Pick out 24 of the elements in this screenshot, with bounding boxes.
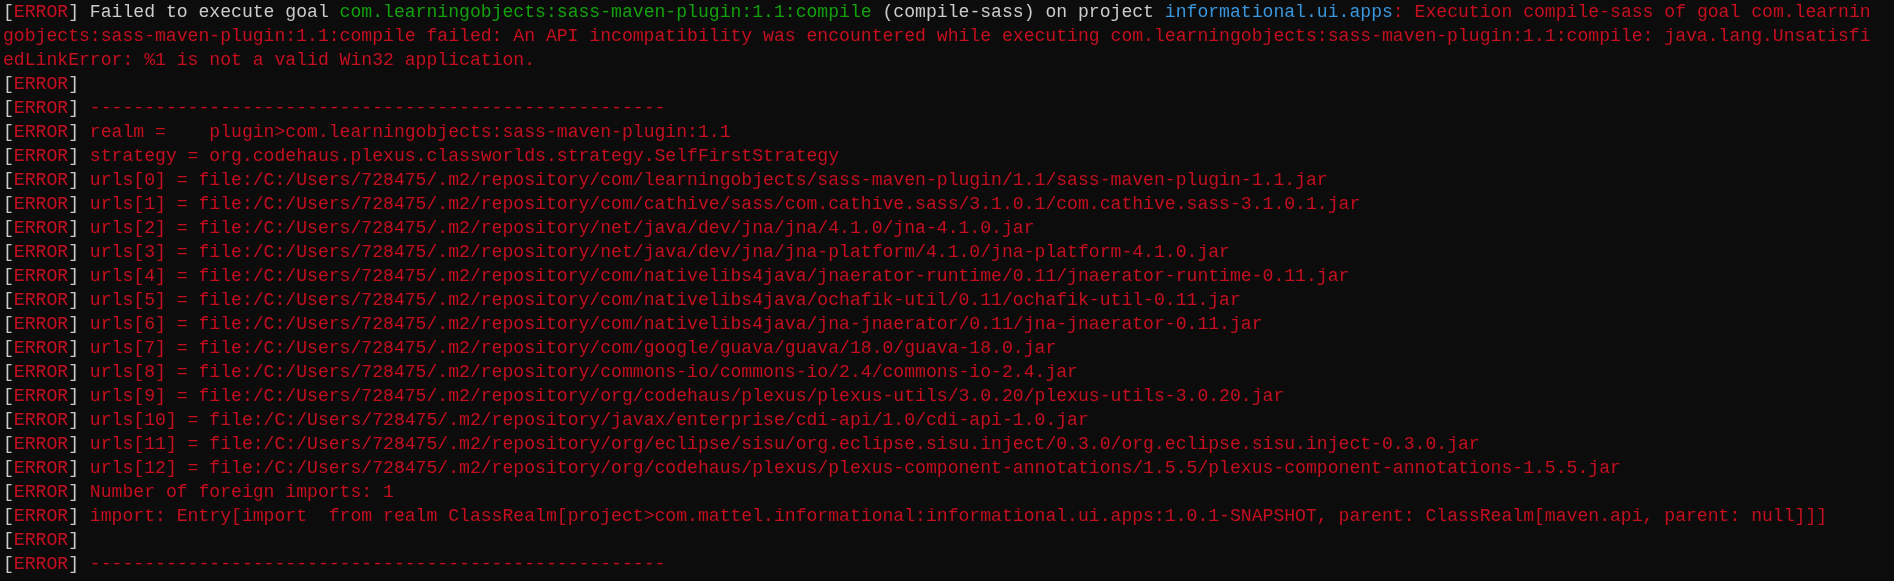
log-line: [ERROR] Failed to execute goal com.learningobjects:sass-maven-plugin:1.1:compile (compile-sass) on project informational.ui.apps: Execution compile-sass of goal com.learnin bbox=[3, 1, 1871, 24]
log-line: [ERROR] urls[12] = file:/C:/Users/728475/.m2/repository/org/codehaus/plexus/plexus-component-annotations/1.5.5/plexus-component-annotations-1.5.5.jar bbox=[3, 457, 1621, 480]
log-line: [ERROR] urls[9] = file:/C:/Users/728475/.m2/repository/org/codehaus/plexus/plexus-utils/3.0.20/plexus-utils-3.0.20.jar bbox=[3, 385, 1285, 408]
log-line: [ERROR] Number of foreign imports: 1 bbox=[3, 481, 394, 504]
log-line: [ERROR] urls[2] = file:/C:/Users/728475/.m2/repository/net/java/dev/jna/jna/4.1.0/jna-4.1.0.jar bbox=[3, 217, 1035, 240]
log-line: [ERROR] urls[8] = file:/C:/Users/728475/.m2/repository/commons-io/commons-io/2.4/commons-io-2.4.jar bbox=[3, 361, 1078, 384]
log-line: [ERROR] urls[11] = file:/C:/Users/728475/.m2/repository/org/eclipse/sisu/org.eclipse.sisu.inject/0.3.0/org.eclipse.sisu.inject-0.3.0.jar bbox=[3, 433, 1480, 456]
log-line: edLinkError: %1 is not a valid Win32 application. bbox=[3, 49, 536, 72]
log-line: [ERROR] urls[1] = file:/C:/Users/728475/.m2/repository/com/cathive/sass/com.cathive.sass/3.1.0.1/com.cathive.sass-3.1.0.1.jar bbox=[3, 193, 1361, 216]
log-line: [ERROR] urls[3] = file:/C:/Users/728475/.m2/repository/net/java/dev/jna/jna-platform/4.1.0/jna-platform-4.1.0.jar bbox=[3, 241, 1230, 264]
log-line: [ERROR] bbox=[3, 529, 79, 552]
log-line: [ERROR] urls[6] = file:/C:/Users/728475/.m2/repository/com/nativelibs4java/jna-jnaerator/0.11/jna-jnaerator-0.11.jar bbox=[3, 313, 1263, 336]
log-line: [ERROR] realm = plugin>com.learningobjects:sass-maven-plugin:1.1 bbox=[3, 121, 731, 144]
log-line: [ERROR] urls[5] = file:/C:/Users/728475/.m2/repository/com/nativelibs4java/ochafik-util/0.11/ochafik-util-0.11.jar bbox=[3, 289, 1241, 312]
log-line: [ERROR] urls[0] = file:/C:/Users/728475/.m2/repository/com/learningobjects/sass-maven-plugin/1.1/sass-maven-plugin-1.1.jar bbox=[3, 169, 1328, 192]
log-line: [ERROR] urls[4] = file:/C:/Users/728475/.m2/repository/com/nativelibs4java/jnaerator-runtime/0.11/jnaerator-runtime-0.11.jar bbox=[3, 265, 1350, 288]
log-line: [ERROR] urls[7] = file:/C:/Users/728475/.m2/repository/com/google/guava/guava/18.0/guava-18.0.jar bbox=[3, 337, 1057, 360]
log-line: [ERROR] urls[10] = file:/C:/Users/728475/.m2/repository/javax/enterprise/cdi-api/1.0/cdi-api-1.0.jar bbox=[3, 409, 1089, 432]
log-line: [ERROR] import: Entry[import from realm ClassRealm[project>com.mattel.informational:informational.ui.apps:1.0.1-SNAPSHOT, parent: ClassRealm[maven.api, parent: null]]] bbox=[3, 505, 1828, 528]
log-line: [ERROR] strategy = org.codehaus.plexus.classworlds.strategy.SelfFirstStrategy bbox=[3, 145, 840, 168]
log-line: [ERROR] bbox=[3, 73, 79, 96]
log-line: [ERROR] ----------------------------------------------------- bbox=[3, 97, 666, 120]
log-line: [ERROR] ----------------------------------------------------- bbox=[3, 553, 666, 576]
log-line: gobjects:sass-maven-plugin:1.1:compile failed: An API incompatibility was encountered while executing com.learningobjects:sass-maven-plugin:1.1:compile: java.lang.Unsatisfi bbox=[3, 25, 1871, 48]
